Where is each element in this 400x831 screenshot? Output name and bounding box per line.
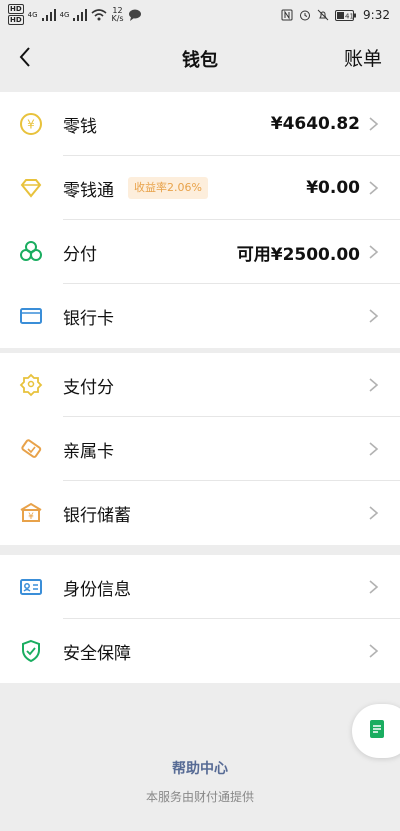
back-button[interactable] (10, 42, 40, 72)
status-bar: HD HD 4G 4G 12 K/s 41 9:32 (0, 0, 400, 32)
score-badge-icon (19, 373, 43, 397)
row-family-card[interactable]: 亲属卡 (0, 417, 400, 481)
clover-check-icon (19, 240, 43, 264)
page-title: 钱包 (182, 50, 218, 71)
status-right: 41 9:32 (281, 8, 390, 22)
svg-text:¥: ¥ (27, 118, 35, 132)
family-card-icon (19, 437, 43, 461)
network-type-2: 4G (59, 10, 70, 19)
bank-building-icon: ¥ (19, 501, 43, 525)
row-label: 支付分 (63, 377, 114, 398)
chevron-right-icon (369, 442, 379, 456)
wifi-icon (91, 8, 107, 20)
hd-badge-1: HD (8, 4, 24, 14)
chevron-right-icon (369, 378, 379, 392)
note-icon (370, 720, 384, 738)
chevron-right-icon (369, 644, 379, 658)
chevron-right-icon (369, 309, 379, 323)
help-center-link[interactable]: 帮助中心 (0, 758, 400, 778)
row-label: 安全保障 (63, 643, 131, 664)
chevron-right-icon (369, 181, 379, 195)
row-value: ¥4640.82 (270, 114, 360, 134)
bank-card-icon (19, 304, 43, 328)
id-card-icon (19, 575, 43, 599)
row-label: 银行储蓄 (63, 505, 131, 526)
chat-bubble-icon (128, 9, 141, 21)
row-label: 零钱 (63, 116, 97, 137)
hd-indicators: HD HD (8, 4, 24, 25)
diamond-icon (19, 176, 43, 200)
yield-badge: 收益率2.06% (128, 177, 208, 199)
signal-icon-2 (73, 8, 88, 21)
clock: 9:32 (363, 8, 390, 22)
row-bank-savings[interactable]: ¥ 银行储蓄 (0, 481, 400, 545)
chevron-right-icon (369, 117, 379, 131)
provider-note: 本服务由财付通提供 (145, 790, 254, 804)
network-type-1: 4G (27, 10, 38, 19)
row-label: 零钱通 (63, 180, 114, 201)
chevron-right-icon (369, 506, 379, 520)
row-fenfu[interactable]: 分付 可用¥2500.00 (0, 220, 400, 284)
alarm-icon (300, 10, 311, 21)
svg-text:¥: ¥ (28, 512, 34, 522)
battery-level: 41 (345, 12, 354, 20)
mute-icon (317, 9, 329, 21)
row-label: 分付 (63, 244, 97, 265)
net-speed-unit: K/s (111, 13, 124, 23)
row-change[interactable]: ¥ 零钱 ¥4640.82 (0, 92, 400, 156)
row-label: 身份信息 (63, 579, 131, 600)
row-change-pass[interactable]: 零钱通 收益率2.06% ¥0.00 (0, 156, 400, 220)
nfc-icon (281, 9, 293, 21)
chevron-right-icon (369, 580, 379, 594)
row-value: ¥0.00 (306, 178, 360, 198)
chevron-right-icon (369, 245, 379, 259)
row-safety[interactable]: 安全保障 (0, 619, 400, 683)
section-services: 支付分 亲属卡 ¥ 银行储蓄 (0, 353, 400, 545)
back-arrow-icon (19, 47, 30, 67)
hd-badge-2: HD (8, 15, 24, 25)
section-balances: ¥ 零钱 ¥4640.82 零钱通 收益率2.06% ¥0.00 分付 可用¥2… (0, 92, 400, 348)
nav-bar: 钱包 账单 (0, 32, 400, 84)
row-label: 银行卡 (63, 308, 114, 329)
floating-note-button[interactable] (352, 704, 400, 758)
row-value: 可用¥2500.00 (236, 244, 360, 265)
yuan-coin-icon: ¥ (19, 112, 43, 136)
section-security: 身份信息 安全保障 (0, 555, 400, 683)
battery-icon: 41 (335, 9, 357, 21)
row-bank-card[interactable]: 银行卡 (0, 284, 400, 348)
bill-button[interactable]: 账单 (344, 44, 382, 71)
status-left: HD HD 4G 4G 12 K/s (8, 4, 142, 25)
row-label: 亲属卡 (63, 441, 114, 462)
row-identity[interactable]: 身份信息 (0, 555, 400, 619)
net-speed: 12 K/s (111, 6, 124, 23)
row-pay-score[interactable]: 支付分 (0, 353, 400, 417)
signal-icon (41, 8, 56, 21)
shield-check-icon (19, 639, 43, 663)
